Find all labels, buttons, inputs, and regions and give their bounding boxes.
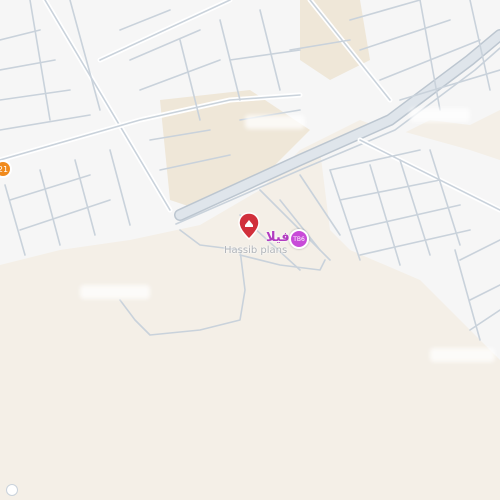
villa-badge-text: TB6 [293, 235, 305, 243]
blurred-label [80, 285, 150, 299]
blurred-label [245, 115, 305, 129]
pin-label: Hassib plans [224, 245, 288, 256]
map-view[interactable]: 21 Hassib plans TB6 فيلا [0, 0, 500, 500]
attribution-icon[interactable] [6, 484, 18, 496]
red-pin-icon [238, 212, 260, 241]
blurred-label [430, 348, 495, 362]
location-pin-icon[interactable] [238, 212, 260, 244]
villa-badge-icon[interactable]: TB6 [289, 229, 309, 249]
orange-pin-badge: 21 [0, 164, 9, 174]
villa-label: فيلا [266, 230, 290, 245]
blurred-label [410, 108, 470, 122]
